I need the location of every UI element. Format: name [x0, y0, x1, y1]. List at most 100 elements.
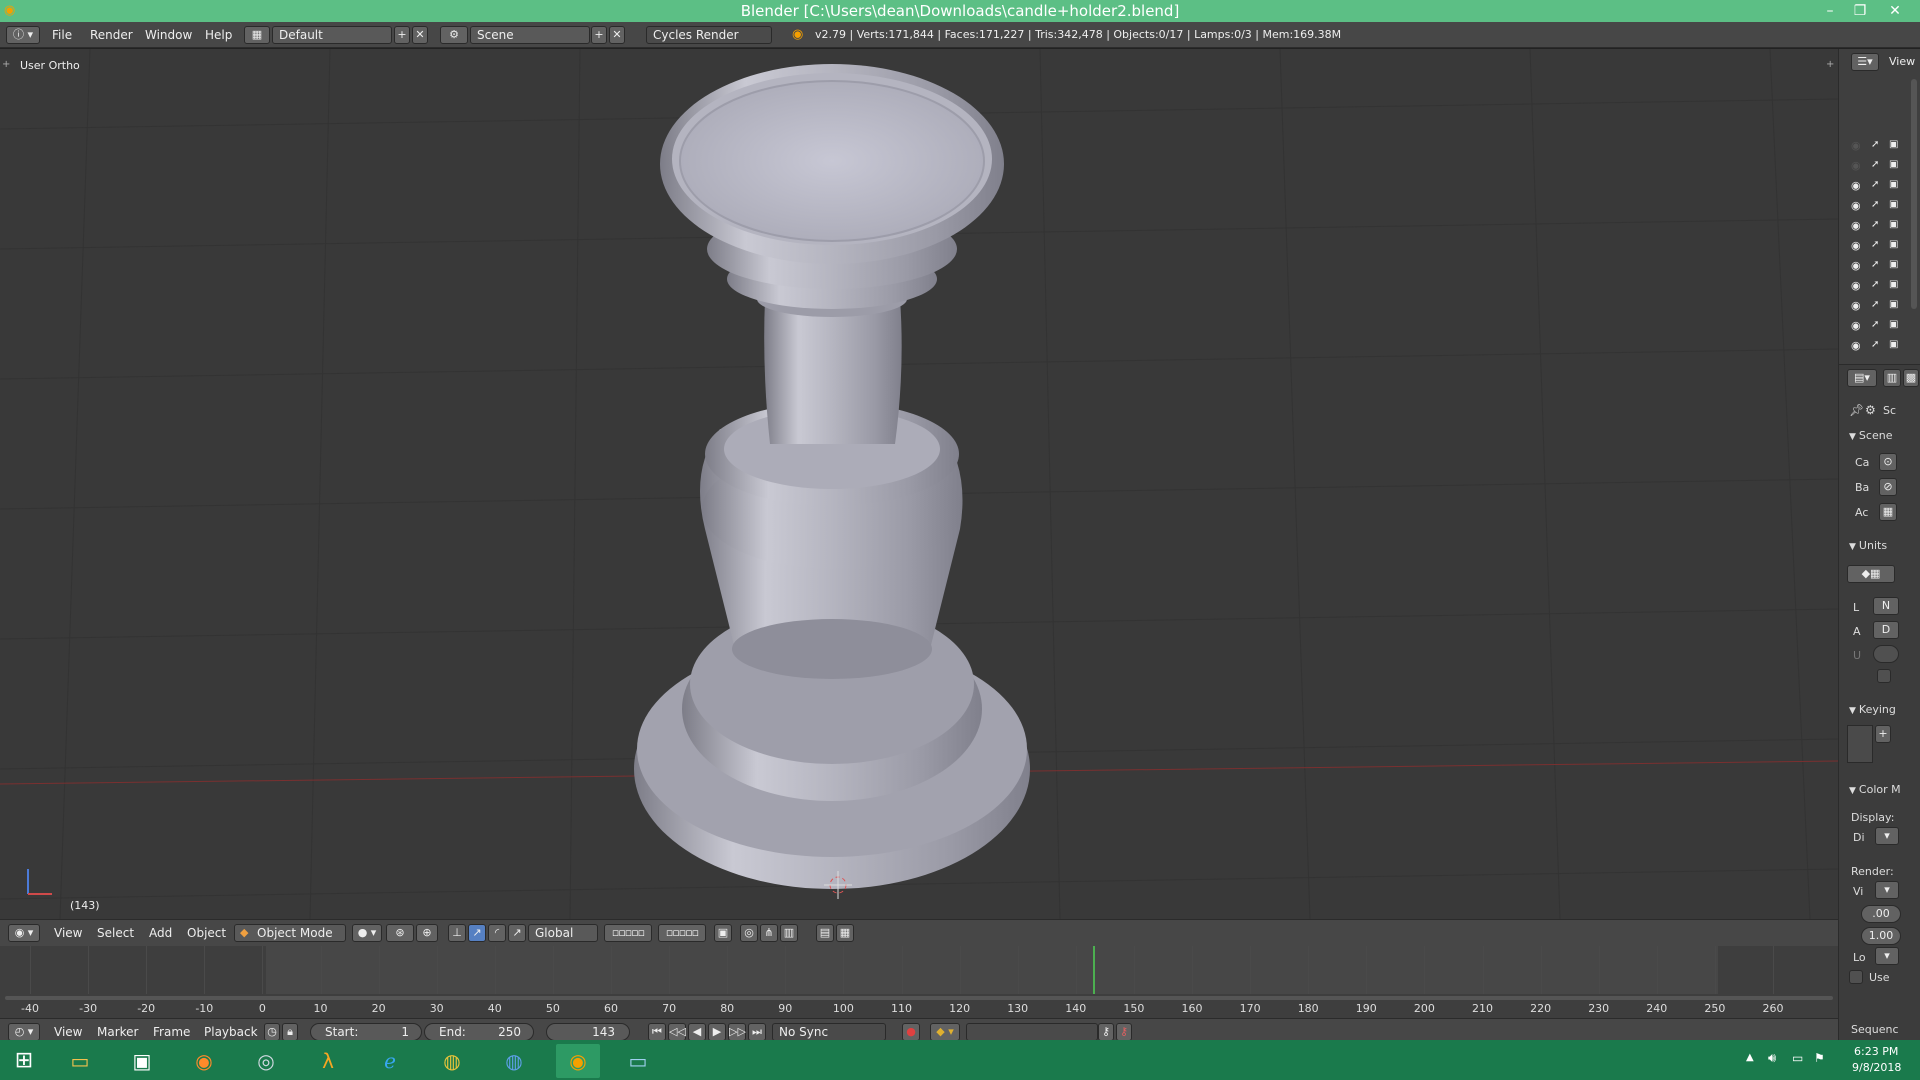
- outliner-row[interactable]: ◉ ➚ ▣: [1839, 277, 1909, 295]
- active-clip-field-icon[interactable]: ▦: [1879, 503, 1897, 521]
- snap-element-icon[interactable]: ▥: [780, 924, 798, 942]
- pin-icon[interactable]: 📌︎: [1849, 403, 1864, 417]
- scene-icon[interactable]: ⚙: [440, 26, 468, 44]
- maximize-button[interactable]: ❐: [1845, 0, 1875, 22]
- remote-desktop-icon[interactable]: ▭: [620, 1044, 656, 1078]
- active-keying-set-field[interactable]: [966, 1023, 1098, 1041]
- jump-keyframe-forward-icon[interactable]: ▷▷: [728, 1023, 746, 1041]
- outliner-row[interactable]: ◉ ➚ ▣: [1839, 217, 1909, 235]
- selectable-arrow-icon[interactable]: ➚: [1871, 219, 1879, 230]
- selectable-arrow-icon[interactable]: ➚: [1871, 279, 1879, 290]
- delete-keyframe-icon[interactable]: ⚷: [1116, 1023, 1132, 1041]
- units-panel-header[interactable]: ▼ Units: [1849, 539, 1887, 552]
- outliner-row[interactable]: ◉ ➚ ▣: [1839, 257, 1909, 275]
- lock-time-icon[interactable]: 🔒︎: [282, 1023, 298, 1041]
- auto-keying-record-icon[interactable]: ●: [902, 1023, 920, 1041]
- keying-panel-header[interactable]: ▼ Keying: [1849, 703, 1896, 716]
- render-tab-icon[interactable]: ▥: [1883, 369, 1901, 387]
- notification-icon[interactable]: ⚑: [1814, 1051, 1825, 1065]
- outliner-row[interactable]: ◉ ➚ ▣: [1839, 157, 1909, 175]
- rotate-manipulator-icon[interactable]: ↗: [468, 924, 486, 942]
- separate-units-checkbox[interactable]: [1877, 669, 1891, 683]
- timeline-area[interactable]: -40 -30 -20 -10 0 10 20 30 40 50 60 70 80 90 100 110 120…: [0, 946, 1838, 1018]
- close-button[interactable]: ✕: [1880, 0, 1910, 22]
- properties-editor[interactable]: ▤▾ ▥ ▩ 📌︎ ⚙ Sc ▼ Scene Ca ⊙ Ba ⊘ Ac ▦ ▼ Un…: [1838, 364, 1920, 1055]
- visibility-eye-icon[interactable]: ◉: [1851, 179, 1861, 192]
- use-preview-range-icon[interactable]: ◷: [264, 1023, 280, 1041]
- play-icon[interactable]: ▶: [708, 1023, 726, 1041]
- selectable-arrow-icon[interactable]: ➚: [1871, 319, 1879, 330]
- translate-manipulator-icon[interactable]: ⊥: [448, 924, 466, 942]
- viewport-canvas[interactable]: [0, 49, 1838, 919]
- unit-angle-select[interactable]: D: [1873, 621, 1899, 639]
- render-camera-icon[interactable]: ▣: [1889, 179, 1898, 190]
- scene-layers-left[interactable]: ▫▫▫▫▫: [604, 924, 652, 942]
- visibility-eye-icon[interactable]: ◉: [1851, 279, 1861, 292]
- steam-icon[interactable]: ◎: [248, 1044, 284, 1078]
- jump-keyframe-back-icon[interactable]: ◁◁: [668, 1023, 686, 1041]
- render-camera-icon[interactable]: ▣: [1889, 259, 1898, 270]
- outliner-row[interactable]: ◉ ➚ ▣: [1839, 197, 1909, 215]
- current-frame-field[interactable]: 143: [546, 1023, 630, 1041]
- volume-icon[interactable]: 🔊︎: [1768, 1051, 1776, 1066]
- outliner-row[interactable]: ◉ ➚ ▣: [1839, 137, 1909, 155]
- selectable-arrow-icon[interactable]: ➚: [1871, 339, 1879, 350]
- render-camera-icon[interactable]: ▣: [1889, 239, 1898, 250]
- manipulator-toggle[interactable]: ⊕: [416, 924, 438, 942]
- start-button-icon[interactable]: ⊞: [6, 1044, 42, 1078]
- render-camera-icon[interactable]: ▣: [1889, 219, 1898, 230]
- selectable-arrow-icon[interactable]: ➚: [1871, 139, 1879, 150]
- proportional-edit-icon[interactable]: ◎: [740, 924, 758, 942]
- sync-mode-select[interactable]: No Sync: [772, 1023, 886, 1041]
- view-transform-select[interactable]: ▾: [1875, 881, 1899, 899]
- scene-remove-button[interactable]: ✕: [609, 26, 625, 44]
- store-icon[interactable]: ▣: [124, 1044, 160, 1078]
- selectable-arrow-icon[interactable]: ➚: [1871, 159, 1879, 170]
- scene-tab-icon[interactable]: ▩: [1903, 369, 1919, 387]
- selectable-arrow-icon[interactable]: ➚: [1871, 299, 1879, 310]
- background-field-icon[interactable]: ⊘: [1879, 478, 1897, 496]
- outliner-view-menu[interactable]: View: [1889, 55, 1915, 68]
- look-select[interactable]: ▾: [1875, 947, 1899, 965]
- render-camera-icon[interactable]: ▣: [1889, 159, 1898, 170]
- file-explorer-icon[interactable]: ▭: [62, 1044, 98, 1078]
- snap-icon[interactable]: ⋔: [760, 924, 778, 942]
- clock-time[interactable]: 6:23 PM: [1854, 1045, 1898, 1058]
- screen-add-button[interactable]: +: [394, 26, 410, 44]
- chromium-icon[interactable]: ◍: [496, 1044, 532, 1078]
- timeline-scrollbar[interactable]: [5, 996, 1833, 1000]
- render-camera-icon[interactable]: ▣: [1889, 199, 1898, 210]
- jump-end-icon[interactable]: ⏭: [748, 1023, 766, 1041]
- menu-window[interactable]: Window: [145, 22, 192, 48]
- keying-set-list[interactable]: [1847, 725, 1873, 763]
- visibility-eye-icon[interactable]: ◉: [1851, 159, 1861, 172]
- keying-set-add-button[interactable]: +: [1875, 725, 1891, 743]
- use-curves-checkbox[interactable]: [1849, 970, 1863, 984]
- screen-layout-field[interactable]: Default: [272, 26, 392, 44]
- internet-explorer-icon[interactable]: ℯ: [372, 1044, 408, 1078]
- selectable-arrow-icon[interactable]: ➚: [1871, 259, 1879, 270]
- visibility-eye-icon[interactable]: ◉: [1851, 199, 1861, 212]
- pivot-point-button[interactable]: ⊛: [386, 924, 414, 942]
- visibility-eye-icon[interactable]: ◉: [1851, 219, 1861, 232]
- scale-manipulator-icon[interactable]: ◜: [488, 924, 506, 942]
- end-frame-field[interactable]: End: 250: [424, 1023, 534, 1041]
- menu-add[interactable]: Add: [149, 920, 172, 946]
- selectable-arrow-icon[interactable]: ➚: [1871, 179, 1879, 190]
- system-tray-arrow-icon[interactable]: ▲: [1746, 1052, 1754, 1063]
- visibility-eye-icon[interactable]: ◉: [1851, 259, 1861, 272]
- editor-type-timeline-icon[interactable]: ◴ ▾: [8, 1023, 40, 1041]
- render-engine-select[interactable]: Cycles Render: [646, 26, 772, 44]
- exposure-field[interactable]: .00: [1861, 905, 1901, 923]
- editor-type-outliner-icon[interactable]: ☰▾: [1851, 53, 1879, 71]
- render-camera-icon[interactable]: ▣: [1889, 279, 1898, 290]
- chrome-icon[interactable]: ◍: [434, 1044, 470, 1078]
- outliner-row[interactable]: ◉ ➚ ▣: [1839, 297, 1909, 315]
- visibility-eye-icon[interactable]: ◉: [1851, 239, 1861, 252]
- minimize-button[interactable]: –: [1815, 0, 1845, 22]
- render-camera-icon[interactable]: ▣: [1889, 299, 1898, 310]
- scene-layers-right[interactable]: ▫▫▫▫▫: [658, 924, 706, 942]
- editor-type-properties-icon[interactable]: ▤▾: [1847, 369, 1877, 387]
- play-reverse-icon[interactable]: ◀: [688, 1023, 706, 1041]
- selectable-arrow-icon[interactable]: ➚: [1871, 199, 1879, 210]
